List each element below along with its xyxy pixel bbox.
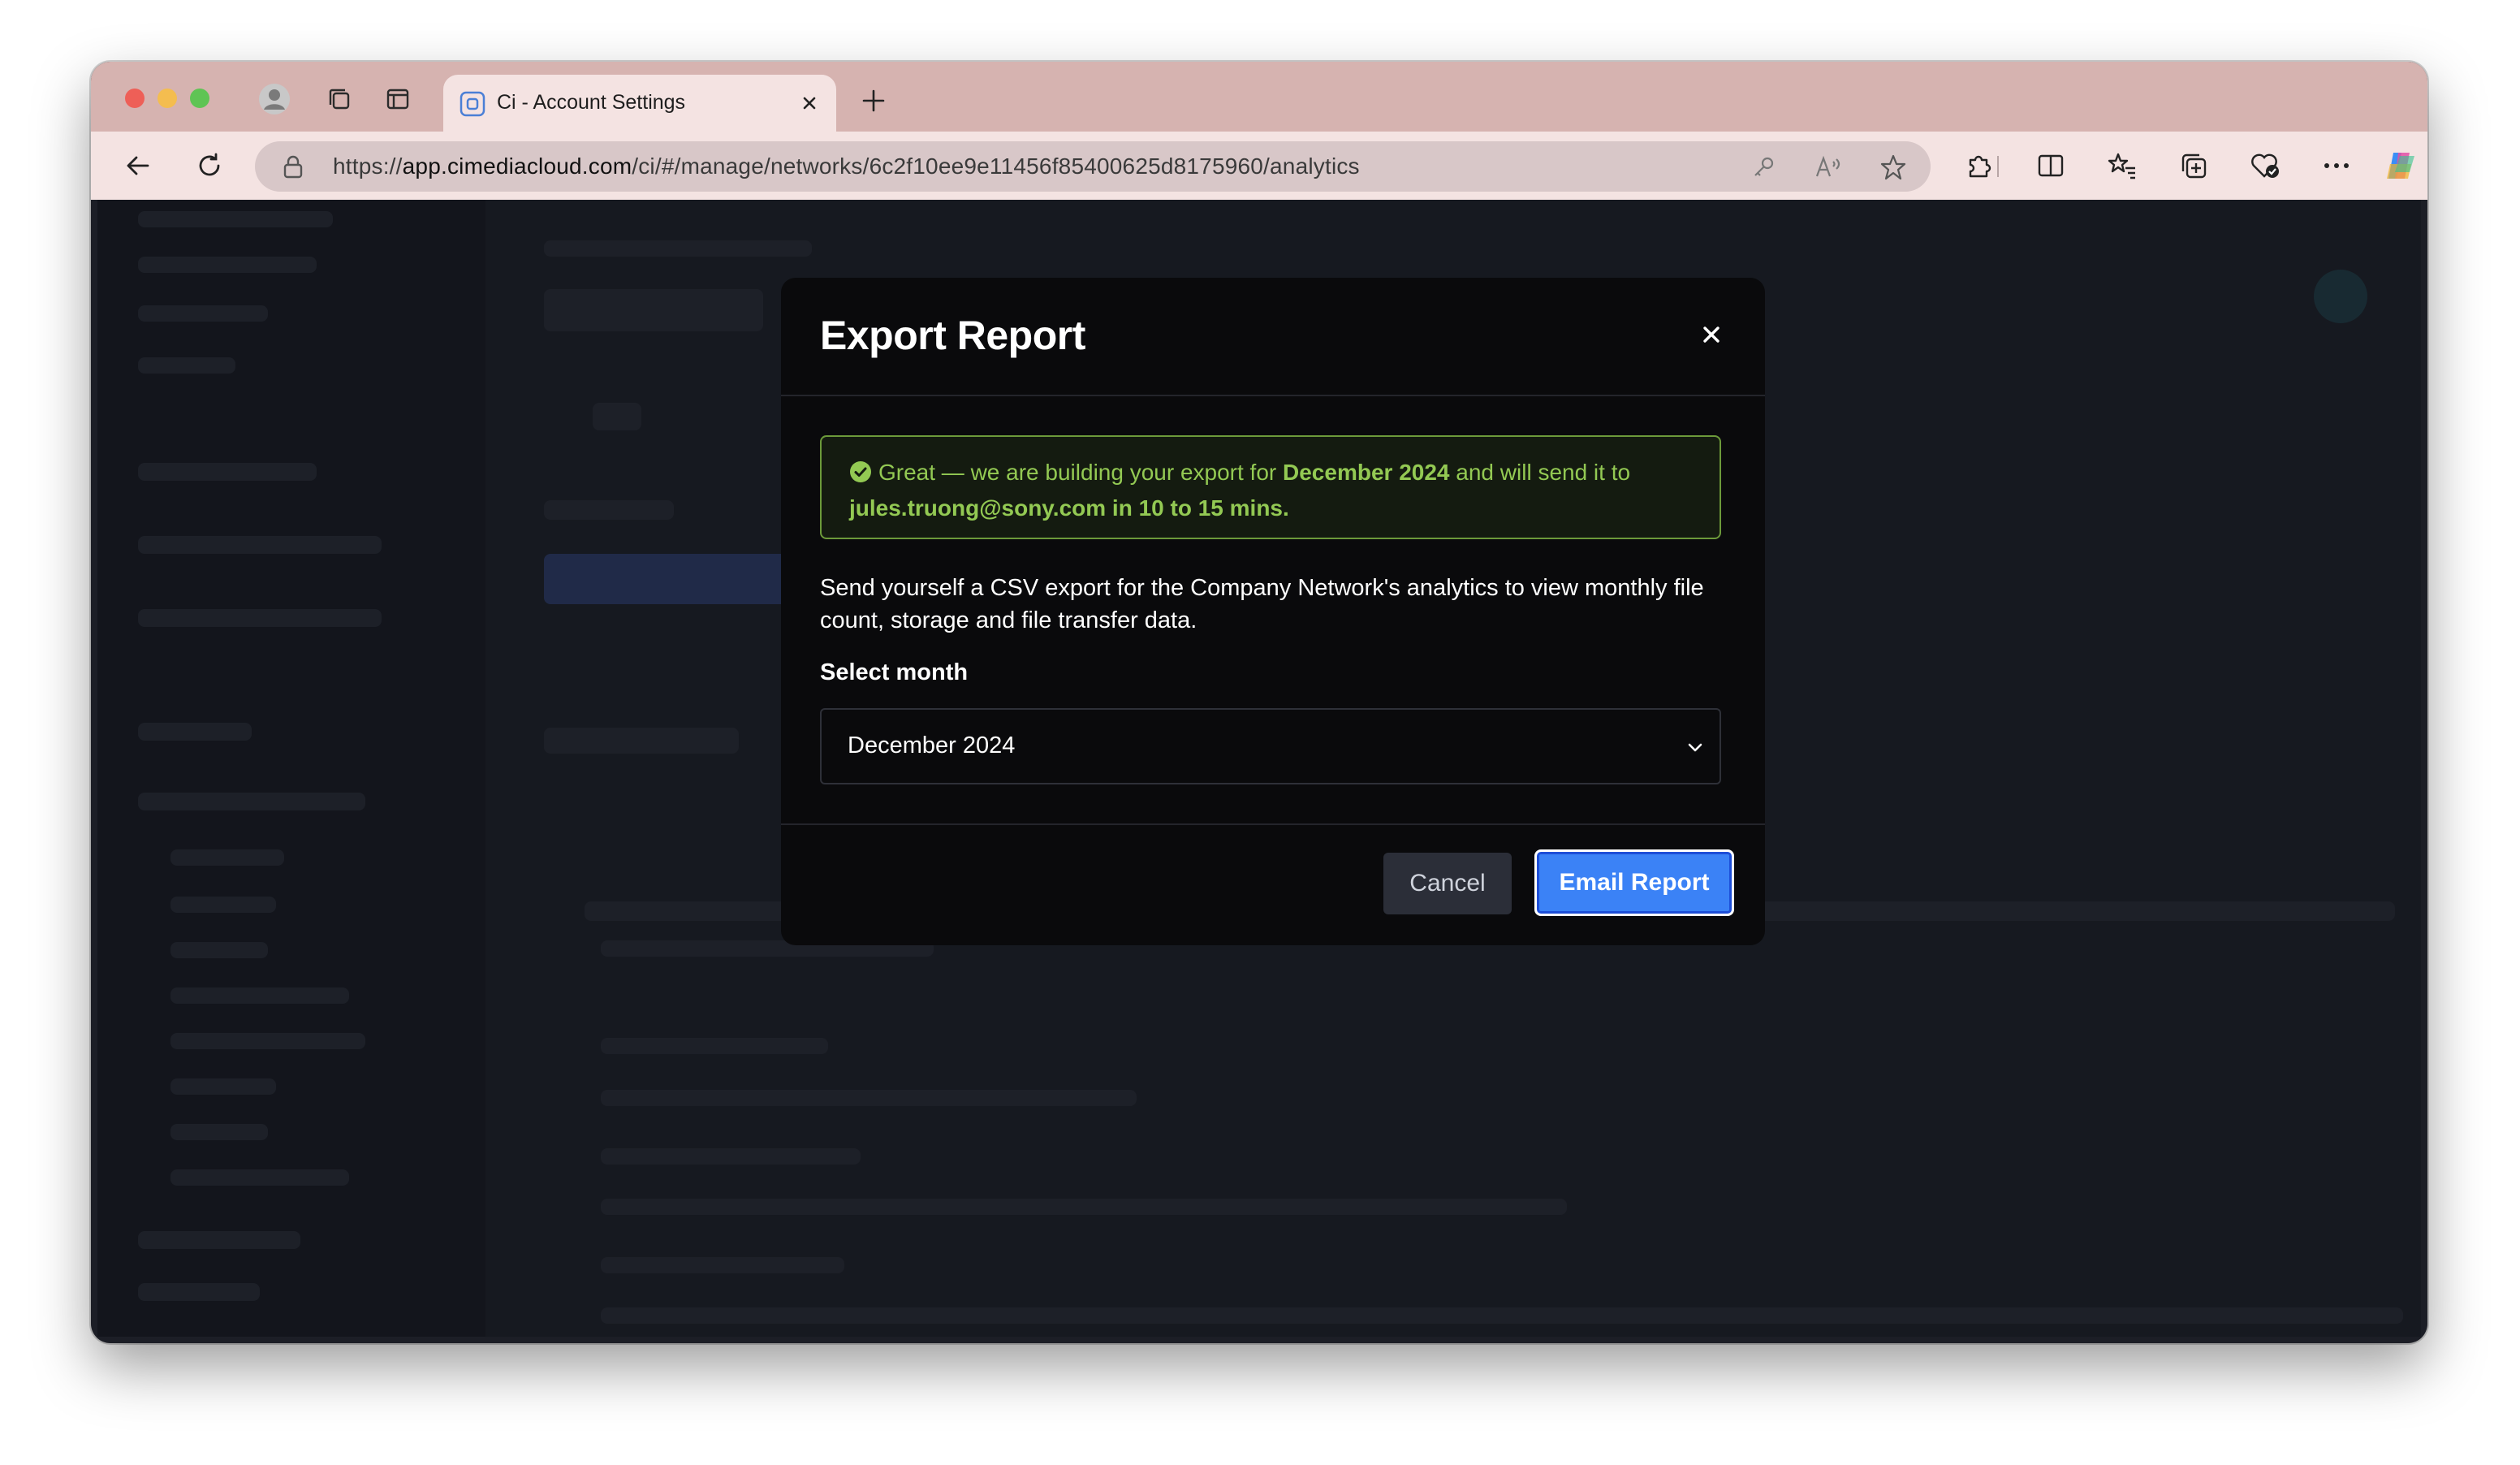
refresh-icon[interactable]	[190, 146, 229, 185]
more-icon[interactable]	[2317, 146, 2356, 185]
plus-icon[interactable]	[856, 83, 891, 119]
alert-month: December 2024	[1283, 460, 1450, 485]
star-icon[interactable]	[1877, 151, 1909, 184]
cimediacloud-favicon-icon	[460, 91, 485, 117]
select-month-label: Select month	[820, 659, 969, 685]
check-circle-icon	[849, 460, 872, 492]
url-path: /ci/#/manage/networks/6c2f10ee9e11456f85…	[632, 153, 1360, 179]
vertical-tabs-icon[interactable]	[380, 81, 416, 117]
split-screen-icon[interactable]	[2031, 146, 2070, 185]
minimize-window-button[interactable]	[158, 89, 177, 108]
alert-email: jules.truong@sony.com in 10 to 15 mins.	[849, 495, 1289, 521]
export-report-modal: Export Report Great — we are building yo…	[781, 278, 1765, 945]
alert-prefix: Great — we are building your export for	[878, 460, 1284, 485]
email-report-button[interactable]: Email Report	[1534, 849, 1734, 916]
lock-icon[interactable]	[279, 153, 307, 180]
tab-bar: Ci - Account Settings	[91, 62, 2427, 132]
url-scheme: https://	[333, 153, 403, 179]
key-icon[interactable]	[1747, 151, 1780, 184]
url-host: app.cimediacloud.com	[402, 153, 632, 179]
copilot-icon[interactable]	[2380, 146, 2419, 185]
cancel-button[interactable]: Cancel	[1383, 853, 1512, 914]
chevron-down-icon	[1682, 734, 1708, 760]
modal-footer: Cancel Email Report	[781, 823, 1765, 945]
modal-description: Send yourself a CSV export for the Compa…	[820, 575, 1704, 633]
address-toolbar: https://app.cimediacloud.com/ci/#/manage…	[91, 132, 2427, 200]
browser-window: Ci - Account Settings https://app.cimedi…	[91, 62, 2427, 1343]
puzzle-icon[interactable]	[1960, 146, 1999, 185]
workspaces-icon[interactable]	[321, 81, 357, 117]
profile-icon[interactable]	[257, 81, 292, 117]
close-icon[interactable]	[1695, 318, 1728, 351]
modal-header: Export Report	[781, 278, 1765, 396]
zoom-window-button[interactable]	[190, 89, 209, 108]
read-aloud-icon[interactable]	[1812, 151, 1845, 184]
browser-essentials-icon[interactable]	[2246, 146, 2285, 185]
address-bar[interactable]: https://app.cimediacloud.com/ci/#/manage…	[255, 141, 1931, 192]
collections-icon[interactable]	[2174, 146, 2213, 185]
success-alert: Great — we are building your export for …	[820, 435, 1721, 539]
close-tab-icon[interactable]	[796, 89, 823, 117]
toolbar-divider	[1997, 156, 1999, 177]
url-text[interactable]: https://app.cimediacloud.com/ci/#/manage…	[333, 153, 1360, 179]
selected-month-value: December 2024	[848, 732, 1016, 758]
page-content: Export Report Great — we are building yo…	[97, 200, 2421, 1337]
back-arrow-icon[interactable]	[119, 146, 158, 185]
modal-title: Export Report	[820, 313, 1085, 358]
month-select[interactable]: December 2024	[820, 708, 1721, 784]
tab-title: Ci - Account Settings	[497, 91, 686, 114]
close-window-button[interactable]	[125, 89, 145, 108]
favorites-icon[interactable]	[2103, 146, 2142, 185]
alert-middle: and will send it to	[1449, 460, 1631, 485]
tab-account-settings[interactable]: Ci - Account Settings	[443, 75, 836, 132]
